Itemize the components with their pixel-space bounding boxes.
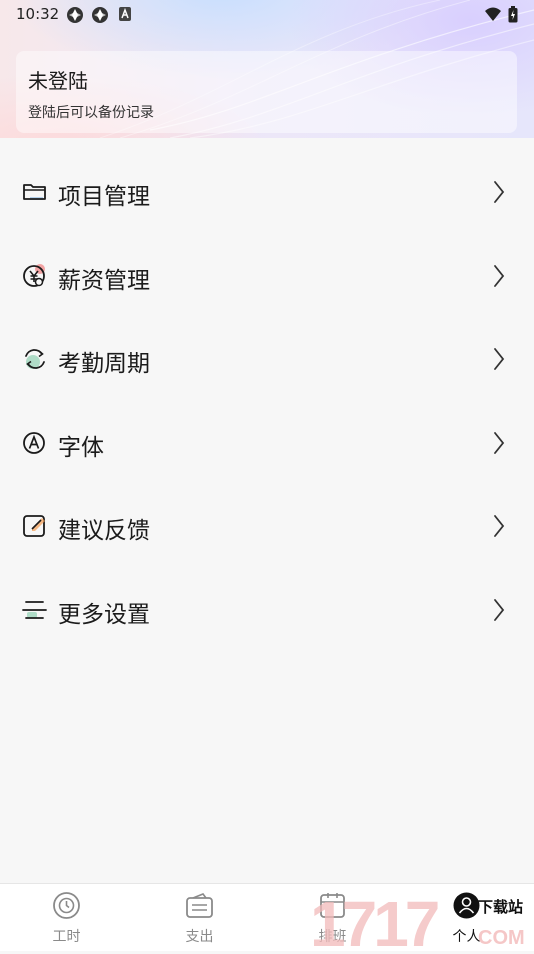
- app-badge-icon: [92, 7, 108, 23]
- menu-item-project-management[interactable]: 项目管理: [0, 150, 534, 234]
- menu-item-label: 薪资管理: [58, 267, 150, 294]
- menu-item-label: 建议反馈: [58, 518, 150, 544]
- menu-item-font[interactable]: 字体: [0, 401, 534, 485]
- watermark-sub: COM: [478, 927, 525, 949]
- folder-icon: [23, 184, 46, 200]
- menu-item-more-settings[interactable]: 更多设置: [0, 568, 534, 652]
- menu-item-label: 考勤周期: [58, 351, 150, 377]
- a-letter-icon: [119, 7, 131, 21]
- login-title: 未登陆: [28, 69, 88, 93]
- app-badge-icon: [67, 7, 83, 23]
- watermark-logo: 1717 下载站 COM: [310, 886, 534, 954]
- watermark-brand: 1717: [310, 888, 438, 950]
- menu-item-attendance-cycle[interactable]: 考勤周期: [0, 317, 534, 401]
- watermark-tag: 下载站: [478, 898, 523, 916]
- menu-item-feedback[interactable]: 建议反馈: [0, 484, 534, 568]
- chevron-right-icon: [494, 431, 505, 454]
- wallet-icon: [186, 893, 213, 918]
- tab-label: 工时: [52, 929, 81, 945]
- wifi-icon: [485, 7, 501, 21]
- login-subtitle: 登陆后可以备份记录: [28, 105, 154, 121]
- chevron-right-icon: [494, 515, 505, 537]
- font-a-icon: [23, 431, 45, 454]
- yen-coin-icon: [23, 263, 45, 287]
- menu-item-label: 字体: [58, 434, 104, 461]
- clock-icon: [53, 892, 80, 919]
- status-time: 10:32: [16, 5, 60, 23]
- chevron-right-icon: [494, 181, 505, 203]
- menu-item-salary-management[interactable]: 薪资管理: [0, 234, 534, 318]
- login-card[interactable]: 未登陆 登陆后可以备份记录: [16, 51, 517, 133]
- edit-note-icon: [23, 515, 45, 537]
- chevron-right-icon: [494, 598, 505, 621]
- menu-item-label: 项目管理: [58, 184, 150, 210]
- tab-label: 支出: [185, 929, 214, 945]
- chevron-right-icon: [494, 264, 505, 287]
- menu-item-label: 更多设置: [58, 601, 150, 628]
- settings-menu: 项目管理 薪资管理 考勤周期 字体 建议反馈 更多设置: [0, 150, 534, 651]
- tab-work-hours[interactable]: 工时: [0, 884, 133, 951]
- status-bar: 10:32: [0, 0, 534, 28]
- battery-icon: [508, 6, 518, 23]
- chevron-right-icon: [494, 348, 505, 370]
- cycle-icon: [25, 349, 45, 369]
- settings-lines-icon: [22, 600, 47, 619]
- tab-expense[interactable]: 支出: [133, 884, 266, 951]
- watermark-graphic: 1717 下载站 COM: [310, 888, 525, 954]
